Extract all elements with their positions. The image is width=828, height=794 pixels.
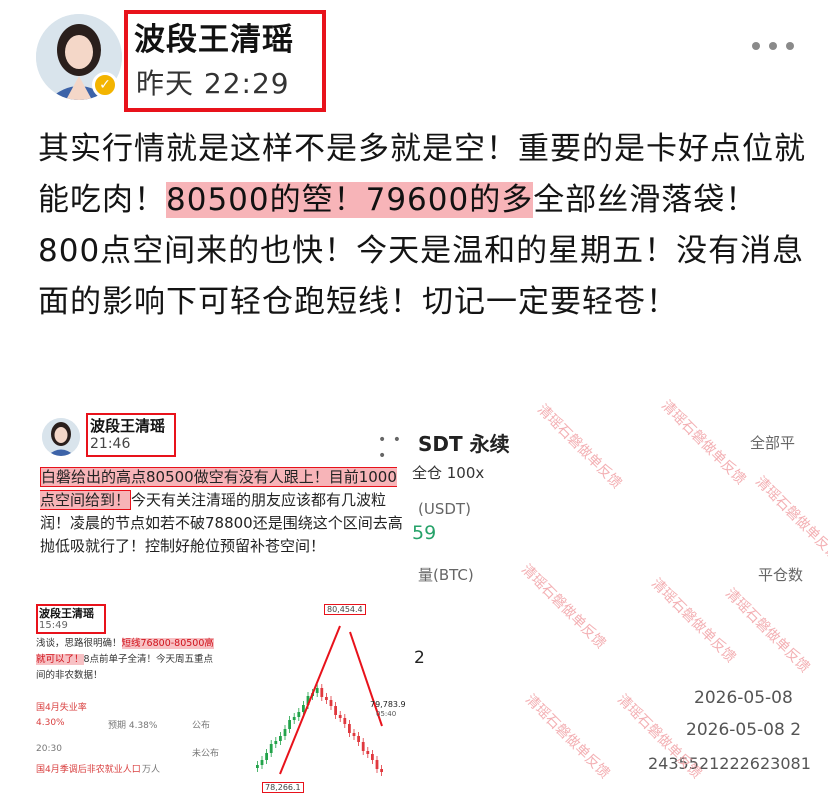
leverage-label: 全仓 100x [412,464,485,482]
sub-line-1: 浅谈，思路很明确！ [36,638,122,649]
candle-body [348,724,351,733]
contract-title: SDT 永续 [418,432,510,456]
post-text: 其实行情就是这样不是多就是空！重要的是卡好点位就能吃肉！80500的箜！7960… [38,124,808,328]
candle-body [357,736,360,742]
candle-body [302,705,305,712]
candlestick-svg [256,625,383,776]
watermark: 清瑶石磐做单反馈 [518,561,609,652]
more-options-icon[interactable] [752,42,794,50]
candle-body [361,742,365,751]
watermark: 清瑶石磐做单反馈 [658,397,749,488]
date-2: 2026-05-08 2 [686,720,802,740]
mini-avatar [42,418,80,456]
candle-body [334,706,337,715]
post-image-right[interactable]: SDT 永续 全部平 全仓 100x (USDT) 59 量(BTC) 平仓数 … [412,396,828,794]
sub-row-val-3: 公布 [192,721,211,731]
row-digit: 2 [414,648,425,668]
chart-price-label: 79,783.9 [370,700,406,709]
watermark: 清瑶石磐做单反馈 [648,575,739,666]
candle-body [260,760,264,765]
candle-body [338,715,342,718]
candle-body [274,741,278,744]
candle-body [329,700,333,706]
sub-row-label-2: 国4月季调后非农就业人口 [36,765,141,775]
sub-post-time: 15:49 [39,620,68,631]
watermark: 清瑶石磐做单反馈 [522,691,613,782]
qty-label: 量(BTC) [418,566,474,584]
post-header: ✓ 波段王清瑶 昨天 22:29 [0,0,828,120]
sub-row-val-1: 4.30% [36,718,65,728]
candle-body [366,751,370,754]
mini-more-icon: • • • [378,432,402,464]
author-name[interactable]: 波段王清瑶 [134,14,294,59]
sub-row-label-1: 国4月失业率 [36,703,87,713]
mini-author-name: 波段王清瑶 [90,417,166,435]
candle-body [279,736,282,741]
mini-post-text: 白磐给出的高点80500做空有没有人跟上！目前1000点空间给到！今天有关注清瑶… [40,466,406,558]
candle-body [265,753,268,760]
candle-body [320,688,324,697]
close-all-link[interactable]: 全部平 [750,432,795,453]
chart-high-label: 80,454.4 [324,604,366,615]
candle-body [283,729,287,736]
watermark: 清瑶石磐做单反馈 [752,473,828,564]
candle-body [343,718,347,724]
candle-body [375,760,379,769]
watermark: 清瑶石磐做单反馈 [722,585,813,676]
candle-body [297,712,301,717]
mini-post-time: 21:46 [90,436,131,452]
chart-countdown: 05:40 [376,710,397,718]
nested-screenshot: 波段王清瑶 15:49 浅谈，思路很明确！短线76800-80500高 就可以了… [36,596,408,794]
post-image-left[interactable]: 波段王清瑶 21:46 • • • 白磐给出的高点80500做空有没有人跟上！目… [36,396,408,794]
post-time: 昨天 22:29 [136,67,290,100]
unit-label: (USDT) [418,500,471,518]
candle-body [315,688,319,693]
candle-body [288,720,291,729]
date-1: 2026-05-08 [694,688,793,708]
candle-body [352,733,356,736]
sub-row-status-2: 未公布 [192,749,220,759]
pnl-value: 59 [412,522,437,544]
sub-post-text: 浅谈，思路很明确！短线76800-80500高 就可以了！8点前单子全清！今天周… [36,636,222,684]
chart-low-label: 78,266.1 [262,782,304,793]
watermark: 清瑶石磐做单反馈 [534,401,625,492]
sub-row-val-2: 预期 4.38% [108,721,158,731]
candle-body [325,697,328,700]
candle-body [371,754,374,760]
sub-row-unit-2: 万人 [142,765,161,775]
candle-body [292,717,296,720]
sub-line-2-highlight: 就可以了！ [36,654,84,665]
sub-author-name: 波段王清瑶 [39,607,94,620]
candlestick-chart: 80,454.4 78,266.1 79,783.9 05:40 [222,596,408,794]
sub-row-time-2: 20:30 [36,744,62,754]
candle-body [269,744,273,753]
sub-line-2: 8点前单子全清！今天周五重点 [83,654,214,665]
sub-line-3: 间的非农数据！ [36,670,103,681]
candle-body [380,769,383,772]
verified-badge-icon: ✓ [92,72,118,98]
candle-body [256,765,259,768]
post-text-highlight: 80500的箜！79600的多 [166,182,534,218]
close-qty-label: 平仓数 [758,566,804,584]
sub-line-1-highlight: 短线76800-80500高 [121,638,214,649]
